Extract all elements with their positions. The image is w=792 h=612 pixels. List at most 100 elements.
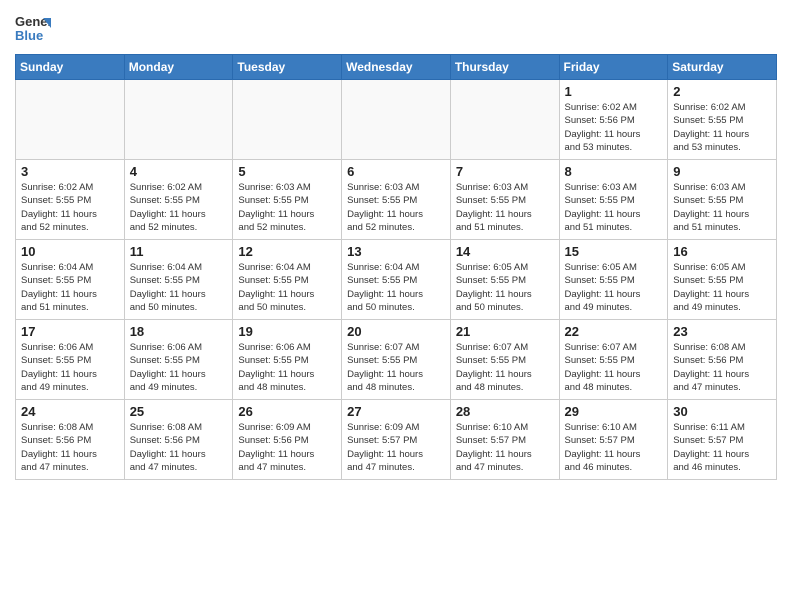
day-number: 25 [130,404,228,419]
calendar-cell: 22 Sunrise: 6:07 AM Sunset: 5:55 PM Dayli… [559,320,668,400]
day-info: Sunrise: 6:10 AM Sunset: 5:57 PM Dayligh… [565,421,663,474]
day-info: Sunrise: 6:02 AM Sunset: 5:55 PM Dayligh… [21,181,119,234]
day-number: 27 [347,404,445,419]
logo: General Blue [15,10,51,46]
svg-text:Blue: Blue [15,28,43,43]
weekday-header-monday: Monday [124,55,233,80]
day-number: 21 [456,324,554,339]
day-info: Sunrise: 6:04 AM Sunset: 5:55 PM Dayligh… [238,261,336,314]
calendar-table: SundayMondayTuesdayWednesdayThursdayFrid… [15,54,777,480]
calendar-week-5: 24Sunrise: 6:08 AM Sunset: 5:56 PM Dayli… [16,400,777,480]
day-info: Sunrise: 6:02 AM Sunset: 5:55 PM Dayligh… [130,181,228,234]
day-info: Sunrise: 6:02 AM Sunset: 5:55 PM Dayligh… [673,101,771,154]
calendar-cell: 17 Sunrise: 6:06 AM Sunset: 5:55 PM Dayli… [16,320,125,400]
calendar-cell: 3 Sunrise: 6:02 AM Sunset: 5:55 PM Daylig… [16,160,125,240]
day-info: Sunrise: 6:02 AM Sunset: 5:56 PM Dayligh… [565,101,663,154]
day-number: 19 [238,324,336,339]
day-number: 11 [130,244,228,259]
weekday-header-wednesday: Wednesday [342,55,451,80]
day-number: 14 [456,244,554,259]
calendar-cell: 8 Sunrise: 6:03 AM Sunset: 5:55 PM Daylig… [559,160,668,240]
day-info: Sunrise: 6:03 AM Sunset: 5:55 PM Dayligh… [347,181,445,234]
day-number: 24 [21,404,119,419]
calendar-cell: 6 Sunrise: 6:03 AM Sunset: 5:55 PM Daylig… [342,160,451,240]
calendar-cell: 16Sunrise: 6:05 AM Sunset: 5:55 PM Dayli… [668,240,777,320]
day-number: 12 [238,244,336,259]
calendar-cell: 1 Sunrise: 6:02 AM Sunset: 5:56 PM Daylig… [559,80,668,160]
day-number: 3 [21,164,119,179]
day-info: Sunrise: 6:04 AM Sunset: 5:55 PM Dayligh… [347,261,445,314]
calendar-week-1: 1 Sunrise: 6:02 AM Sunset: 5:56 PM Daylig… [16,80,777,160]
day-number: 22 [565,324,663,339]
calendar-week-4: 17 Sunrise: 6:06 AM Sunset: 5:55 PM Dayli… [16,320,777,400]
day-info: Sunrise: 6:05 AM Sunset: 5:55 PM Dayligh… [565,261,663,314]
day-info: Sunrise: 6:04 AM Sunset: 5:55 PM Dayligh… [21,261,119,314]
day-number: 15 [565,244,663,259]
day-number: 26 [238,404,336,419]
day-info: Sunrise: 6:09 AM Sunset: 5:56 PM Dayligh… [238,421,336,474]
day-info: Sunrise: 6:11 AM Sunset: 5:57 PM Dayligh… [673,421,771,474]
calendar-cell [450,80,559,160]
weekday-header-sunday: Sunday [16,55,125,80]
header: General Blue [15,10,777,46]
calendar-cell [233,80,342,160]
day-number: 4 [130,164,228,179]
weekday-header-row: SundayMondayTuesdayWednesdayThursdayFrid… [16,55,777,80]
calendar-cell: 15 Sunrise: 6:05 AM Sunset: 5:55 PM Dayli… [559,240,668,320]
calendar-cell [16,80,125,160]
day-number: 28 [456,404,554,419]
day-number: 29 [565,404,663,419]
calendar-week-3: 10Sunrise: 6:04 AM Sunset: 5:55 PM Dayli… [16,240,777,320]
logo-icon: General Blue [15,10,51,46]
day-info: Sunrise: 6:07 AM Sunset: 5:55 PM Dayligh… [565,341,663,394]
calendar-cell [342,80,451,160]
page: General Blue SundayMondayTuesdayWednesda… [0,0,792,612]
calendar-cell [124,80,233,160]
day-number: 1 [565,84,663,99]
calendar-cell: 30 Sunrise: 6:11 AM Sunset: 5:57 PM Dayli… [668,400,777,480]
calendar-cell: 13 Sunrise: 6:04 AM Sunset: 5:55 PM Dayli… [342,240,451,320]
day-info: Sunrise: 6:05 AM Sunset: 5:55 PM Dayligh… [456,261,554,314]
calendar-cell: 2 Sunrise: 6:02 AM Sunset: 5:55 PM Daylig… [668,80,777,160]
calendar-cell: 20Sunrise: 6:07 AM Sunset: 5:55 PM Dayli… [342,320,451,400]
day-number: 13 [347,244,445,259]
weekday-header-thursday: Thursday [450,55,559,80]
day-number: 9 [673,164,771,179]
day-info: Sunrise: 6:03 AM Sunset: 5:55 PM Dayligh… [238,181,336,234]
calendar-cell: 23Sunrise: 6:08 AM Sunset: 5:56 PM Dayli… [668,320,777,400]
day-info: Sunrise: 6:06 AM Sunset: 5:55 PM Dayligh… [238,341,336,394]
calendar-cell: 27 Sunrise: 6:09 AM Sunset: 5:57 PM Dayli… [342,400,451,480]
day-number: 30 [673,404,771,419]
calendar-week-2: 3 Sunrise: 6:02 AM Sunset: 5:55 PM Daylig… [16,160,777,240]
day-info: Sunrise: 6:08 AM Sunset: 5:56 PM Dayligh… [673,341,771,394]
day-info: Sunrise: 6:07 AM Sunset: 5:55 PM Dayligh… [347,341,445,394]
calendar-cell: 11 Sunrise: 6:04 AM Sunset: 5:55 PM Dayli… [124,240,233,320]
calendar-cell: 18 Sunrise: 6:06 AM Sunset: 5:55 PM Dayli… [124,320,233,400]
day-info: Sunrise: 6:10 AM Sunset: 5:57 PM Dayligh… [456,421,554,474]
day-info: Sunrise: 6:06 AM Sunset: 5:55 PM Dayligh… [21,341,119,394]
calendar-cell: 26 Sunrise: 6:09 AM Sunset: 5:56 PM Dayli… [233,400,342,480]
day-number: 18 [130,324,228,339]
calendar-cell: 24Sunrise: 6:08 AM Sunset: 5:56 PM Dayli… [16,400,125,480]
calendar-cell: 29 Sunrise: 6:10 AM Sunset: 5:57 PM Dayli… [559,400,668,480]
calendar-cell: 28 Sunrise: 6:10 AM Sunset: 5:57 PM Dayli… [450,400,559,480]
weekday-header-tuesday: Tuesday [233,55,342,80]
day-number: 17 [21,324,119,339]
day-info: Sunrise: 6:03 AM Sunset: 5:55 PM Dayligh… [565,181,663,234]
day-info: Sunrise: 6:06 AM Sunset: 5:55 PM Dayligh… [130,341,228,394]
weekday-header-friday: Friday [559,55,668,80]
calendar-cell: 4 Sunrise: 6:02 AM Sunset: 5:55 PM Daylig… [124,160,233,240]
svg-text:General: General [15,14,51,29]
day-info: Sunrise: 6:09 AM Sunset: 5:57 PM Dayligh… [347,421,445,474]
day-number: 2 [673,84,771,99]
day-number: 8 [565,164,663,179]
day-info: Sunrise: 6:03 AM Sunset: 5:55 PM Dayligh… [456,181,554,234]
day-number: 16 [673,244,771,259]
calendar-cell: 10Sunrise: 6:04 AM Sunset: 5:55 PM Dayli… [16,240,125,320]
day-number: 6 [347,164,445,179]
day-info: Sunrise: 6:07 AM Sunset: 5:55 PM Dayligh… [456,341,554,394]
calendar-cell: 12 Sunrise: 6:04 AM Sunset: 5:55 PM Dayli… [233,240,342,320]
day-number: 5 [238,164,336,179]
weekday-header-saturday: Saturday [668,55,777,80]
day-info: Sunrise: 6:04 AM Sunset: 5:55 PM Dayligh… [130,261,228,314]
